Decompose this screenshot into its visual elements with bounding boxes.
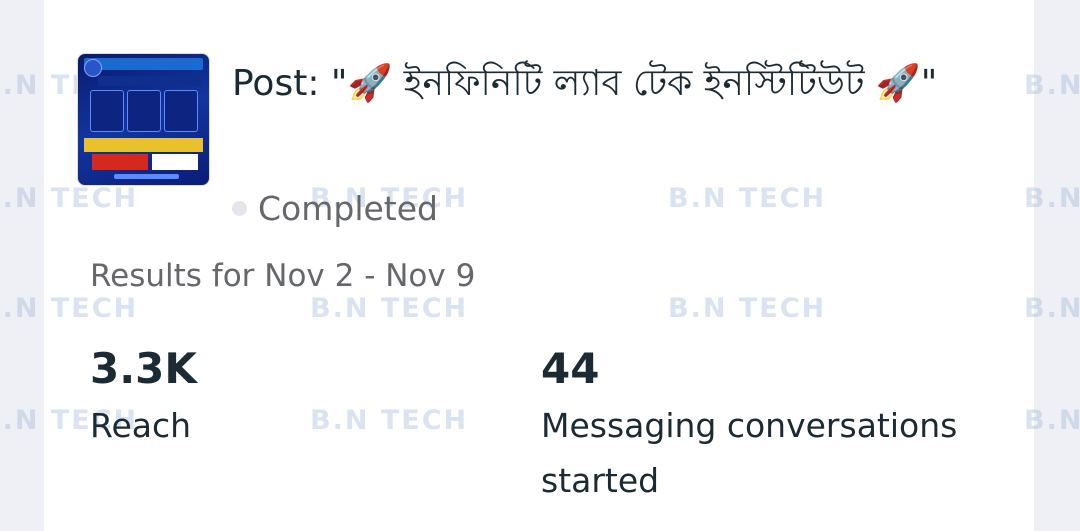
metric-messaging-conversations: 44 Messaging conversations started bbox=[541, 342, 1011, 508]
post-image-icon[interactable] bbox=[77, 53, 210, 186]
metric-value: 44 bbox=[541, 344, 600, 393]
status-dot-icon bbox=[232, 200, 247, 216]
results-date-range: Results for Nov 2 - Nov 9 bbox=[90, 258, 476, 294]
status-label: Completed bbox=[258, 188, 438, 228]
status-badge: Completed bbox=[232, 188, 438, 228]
metric-reach: 3.3K Reach bbox=[90, 342, 490, 453]
post-title[interactable]: Post: "🚀 ইনফিনিটি ল্যাব টেক ইনস্টিটিউট 🚀… bbox=[232, 56, 962, 112]
metric-label: Messaging conversations started bbox=[541, 406, 958, 500]
metric-value: 3.3K bbox=[90, 344, 197, 393]
metric-label: Reach bbox=[90, 406, 192, 445]
